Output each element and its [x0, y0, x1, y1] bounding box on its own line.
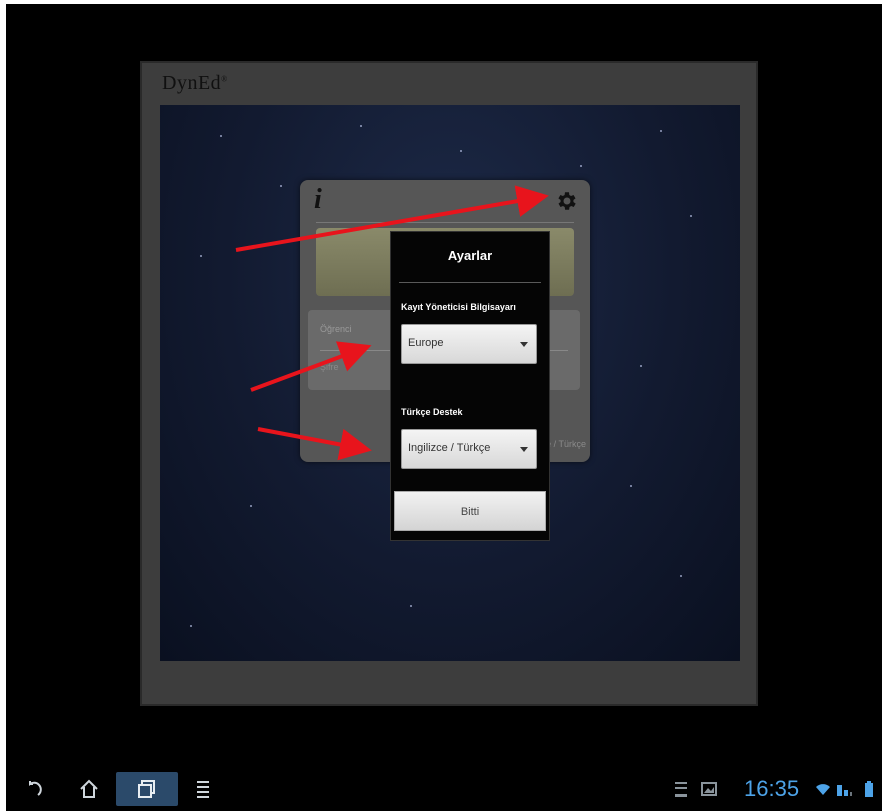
- home-button[interactable]: [72, 772, 106, 806]
- recent-apps-button[interactable]: [116, 772, 178, 806]
- logo-registered-mark: ®: [221, 74, 228, 84]
- turkish-support-label: Türkçe Destek: [401, 407, 463, 417]
- dropdown-arrow-icon: [520, 342, 528, 347]
- info-icon[interactable]: i: [314, 184, 322, 216]
- student-field-label: Öğrenci: [320, 324, 352, 334]
- battery-indicator: [862, 772, 876, 806]
- wifi-icon: [816, 784, 830, 795]
- signal-indicator: [834, 772, 856, 806]
- settings-dialog: Ayarlar Kayıt Yöneticisi Bilgisayarı Eur…: [390, 231, 550, 541]
- starfield-background: i Öğrenci Şifre İngilizce / Türkçe Ayarl…: [160, 105, 740, 661]
- dyned-app-window: DynEd® i Öğrenci Şifre İngilizce / Türkç…: [140, 61, 758, 706]
- menu-button[interactable]: [190, 772, 216, 806]
- registration-server-label: Kayıt Yöneticisi Bilgisayarı: [401, 302, 516, 312]
- back-icon: [29, 781, 42, 796]
- logo-text: DynEd: [162, 72, 222, 94]
- turkish-support-select[interactable]: Ingilizce / Türkçe: [401, 429, 537, 469]
- dropdown-arrow-icon: [520, 447, 528, 452]
- password-field-label: Şifre: [320, 362, 339, 372]
- card-divider: [316, 222, 574, 223]
- download-icon: [675, 782, 687, 797]
- registration-server-value: Europe: [408, 337, 444, 349]
- back-button[interactable]: [16, 772, 50, 806]
- registration-server-select[interactable]: Europe: [401, 324, 537, 364]
- gallery-icon: [701, 782, 717, 796]
- dialog-title-divider: [399, 282, 541, 283]
- done-button[interactable]: Bitti: [394, 491, 546, 531]
- download-notification[interactable]: [670, 772, 692, 806]
- recent-apps-icon: [138, 780, 155, 798]
- dialog-title: Ayarlar: [447, 248, 493, 263]
- menu-icon: [197, 781, 209, 798]
- tablet-screen: DynEd® i Öğrenci Şifre İngilizce / Türkç…: [6, 4, 882, 811]
- signal-icon: [837, 785, 852, 796]
- battery-icon: [865, 781, 873, 797]
- turkish-support-value: Ingilizce / Türkçe: [408, 442, 491, 454]
- dyned-logo: DynEd®: [162, 72, 228, 95]
- wifi-indicator: [814, 772, 832, 806]
- gallery-notification[interactable]: [698, 772, 720, 806]
- system-navigation-bar: 16:35: [6, 768, 882, 811]
- status-clock[interactable]: 16:35: [744, 776, 799, 802]
- home-icon: [80, 779, 98, 798]
- gear-icon[interactable]: [554, 189, 578, 213]
